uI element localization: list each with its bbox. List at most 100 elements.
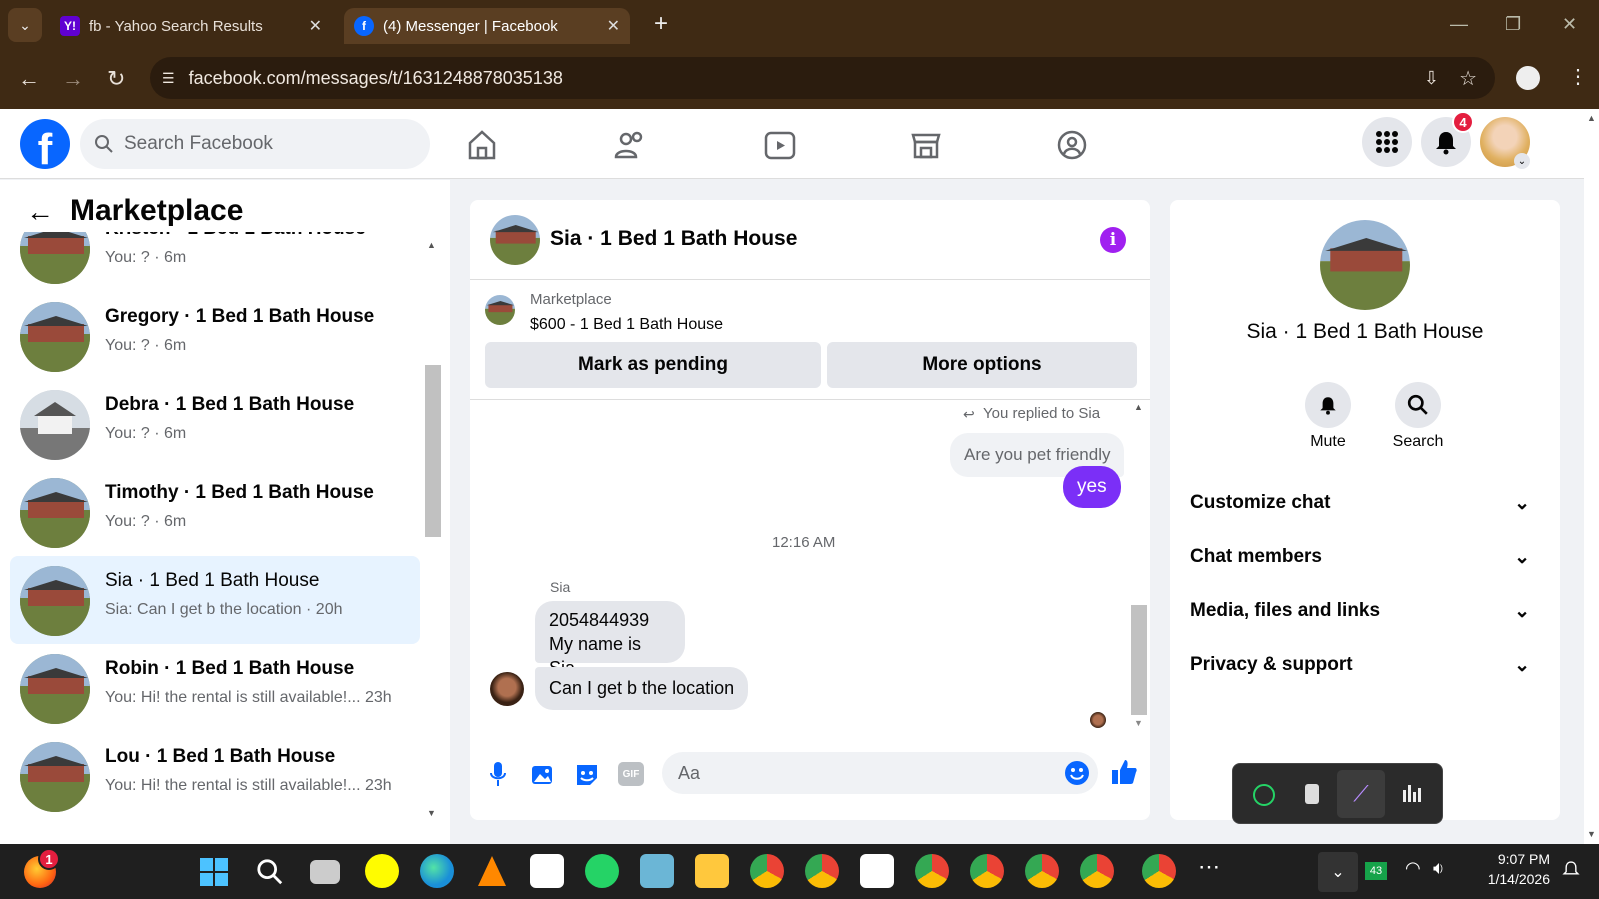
privacy-support-row[interactable]: Privacy & support ⌄: [1190, 654, 1530, 676]
app-icon[interactable]: [860, 854, 894, 888]
close-tab-icon[interactable]: ✕: [309, 16, 322, 36]
search-facebook-input[interactable]: Search Facebook: [80, 119, 430, 169]
conversation-item[interactable]: Robin · 1 Bed 1 Bath House You: Hi! the …: [10, 644, 420, 732]
reload-icon[interactable]: ↻: [107, 66, 125, 92]
restore-icon[interactable]: ❐: [1505, 14, 1521, 35]
vlc-icon[interactable]: [478, 856, 506, 886]
battery-indicator[interactable]: 43: [1365, 862, 1387, 880]
conversation-item[interactable]: Lou · 1 Bed 1 Bath House You: Hi! the re…: [10, 732, 420, 820]
audio-meter-tray-icon[interactable]: [1401, 782, 1423, 804]
emoji-icon[interactable]: [1064, 760, 1090, 786]
account-chevron-icon[interactable]: ⌄: [1514, 153, 1530, 169]
info-avatar[interactable]: [1320, 220, 1410, 310]
mark-as-pending-button[interactable]: Mark as pending: [485, 342, 821, 388]
scrollbar-thumb[interactable]: [1131, 605, 1147, 715]
bookmark-star-icon[interactable]: ☆: [1459, 66, 1477, 91]
customize-chat-row[interactable]: Customize chat ⌄: [1190, 492, 1530, 514]
friends-icon[interactable]: [610, 125, 650, 165]
more-options-button[interactable]: More options: [827, 342, 1137, 388]
chrome-icon[interactable]: [750, 854, 784, 888]
more-apps-icon[interactable]: ⋯: [1198, 854, 1220, 880]
whatsapp-icon[interactable]: [585, 854, 619, 888]
home-icon[interactable]: [462, 125, 502, 165]
tab-yahoo[interactable]: Y! fb - Yahoo Search Results ✕: [52, 8, 332, 44]
groups-icon[interactable]: [1052, 125, 1092, 165]
wifi-icon[interactable]: ◠: [1405, 858, 1421, 879]
message-input[interactable]: Aa: [662, 752, 1098, 794]
chrome-profile-icon[interactable]: [1080, 854, 1114, 888]
chrome-profile-icon[interactable]: [915, 854, 949, 888]
scroll-up-icon[interactable]: ▲: [1587, 113, 1596, 123]
profile-icon[interactable]: [1516, 66, 1540, 90]
chrome-profile-icon[interactable]: [970, 854, 1004, 888]
search-button[interactable]: [1395, 382, 1441, 428]
task-view-icon[interactable]: [310, 860, 340, 884]
clock-date[interactable]: 1/14/2026: [1465, 871, 1550, 887]
chat-title[interactable]: Sia · 1 Bed 1 Bath House: [550, 227, 797, 251]
chrome-profile-icon[interactable]: [1025, 854, 1059, 888]
facebook-logo[interactable]: f: [20, 119, 70, 169]
incoming-message[interactable]: Can I get b the location: [535, 667, 749, 710]
close-tab-icon[interactable]: ✕: [607, 16, 620, 36]
address-bar[interactable]: ☰ facebook.com/messages/t/16312488780351…: [150, 57, 1495, 99]
info-icon[interactable]: i: [1100, 227, 1126, 253]
snapchat-icon[interactable]: [365, 854, 399, 888]
scroll-up-icon[interactable]: ▲: [1134, 402, 1143, 412]
pen-tray-icon[interactable]: ⟋: [1337, 770, 1385, 818]
gif-icon[interactable]: GIF: [618, 762, 644, 786]
install-app-icon[interactable]: ⇩: [1424, 68, 1439, 89]
chat-scrollbar[interactable]: ▲ ▼: [1130, 400, 1148, 735]
mute-button[interactable]: [1305, 382, 1351, 428]
clock-time[interactable]: 9:07 PM: [1465, 851, 1550, 867]
photo-icon[interactable]: [530, 762, 556, 788]
tray-overflow-chevron-icon[interactable]: ⌄: [1318, 852, 1358, 892]
conversation-item[interactable]: Gregory · 1 Bed 1 Bath House You: ? · 6m: [10, 292, 420, 380]
marketplace-icon[interactable]: [906, 125, 946, 165]
conversation-item[interactable]: Timothy · 1 Bed 1 Bath House You: ? · 6m: [10, 468, 420, 556]
microphone-icon[interactable]: [490, 762, 506, 788]
listing-price[interactable]: $600 - 1 Bed 1 Bath House: [530, 316, 723, 334]
volume-icon[interactable]: 🔉︎: [1433, 858, 1444, 879]
listing-thumbnail[interactable]: [485, 295, 515, 325]
forward-icon[interactable]: →: [62, 66, 84, 92]
new-tab-button[interactable]: +: [654, 10, 668, 38]
minimize-icon[interactable]: —: [1450, 14, 1468, 35]
thumbs-up-icon[interactable]: [1110, 758, 1138, 786]
conversation-item-selected[interactable]: Sia · 1 Bed 1 Bath House Sia: Can I get …: [10, 556, 420, 644]
keyboard-app-icon[interactable]: [640, 854, 674, 888]
windows-start-icon[interactable]: [200, 858, 228, 886]
menu-grid-button[interactable]: [1362, 117, 1412, 167]
taskbar-search-icon[interactable]: [256, 858, 284, 886]
media-files-links-row[interactable]: Media, files and links ⌄: [1190, 600, 1530, 622]
sender-avatar[interactable]: [490, 672, 524, 706]
whatsapp-tray-icon[interactable]: [1253, 784, 1275, 806]
chrome-profile-icon[interactable]: [1142, 854, 1176, 888]
tab-list-button[interactable]: ⌄: [8, 8, 42, 42]
file-explorer-icon[interactable]: [695, 854, 729, 888]
back-arrow-icon[interactable]: ←: [26, 196, 54, 228]
scroll-down-icon[interactable]: ▼: [427, 808, 436, 818]
scroll-up-icon[interactable]: ▲: [427, 240, 436, 250]
menu-kebab-icon[interactable]: ⋮: [1568, 64, 1588, 89]
edge-icon[interactable]: [420, 854, 454, 888]
scrollbar-thumb[interactable]: [425, 365, 441, 537]
incoming-message[interactable]: 2054844939 My name is Sia: [535, 601, 685, 678]
video-icon[interactable]: [760, 125, 800, 165]
conversation-item[interactable]: Kristen · 1 Bed 1 Bath House You: ? · 6m: [10, 232, 420, 292]
page-scrollbar[interactable]: ▲ ▼: [1584, 109, 1599, 844]
sticker-icon[interactable]: [574, 762, 600, 788]
window-close-icon[interactable]: ✕: [1562, 14, 1577, 35]
store-icon[interactable]: [530, 854, 564, 888]
scroll-down-icon[interactable]: ▼: [1587, 829, 1596, 839]
tab-messenger[interactable]: f (4) Messenger | Facebook ✕: [344, 8, 630, 44]
usb-tray-icon[interactable]: [1305, 784, 1319, 804]
conversation-scrollbar[interactable]: ▲ ▼: [425, 240, 441, 820]
back-icon[interactable]: ←: [18, 66, 40, 92]
my-message[interactable]: yes: [1063, 466, 1121, 508]
chrome-profile-icon[interactable]: [805, 854, 839, 888]
conversation-item[interactable]: Debra · 1 Bed 1 Bath House You: ? · 6m: [10, 380, 420, 468]
notification-center-icon[interactable]: [1562, 859, 1580, 879]
site-info-icon[interactable]: ☰: [162, 70, 175, 87]
scroll-down-icon[interactable]: ▼: [1134, 718, 1143, 728]
chat-avatar[interactable]: [490, 215, 540, 265]
